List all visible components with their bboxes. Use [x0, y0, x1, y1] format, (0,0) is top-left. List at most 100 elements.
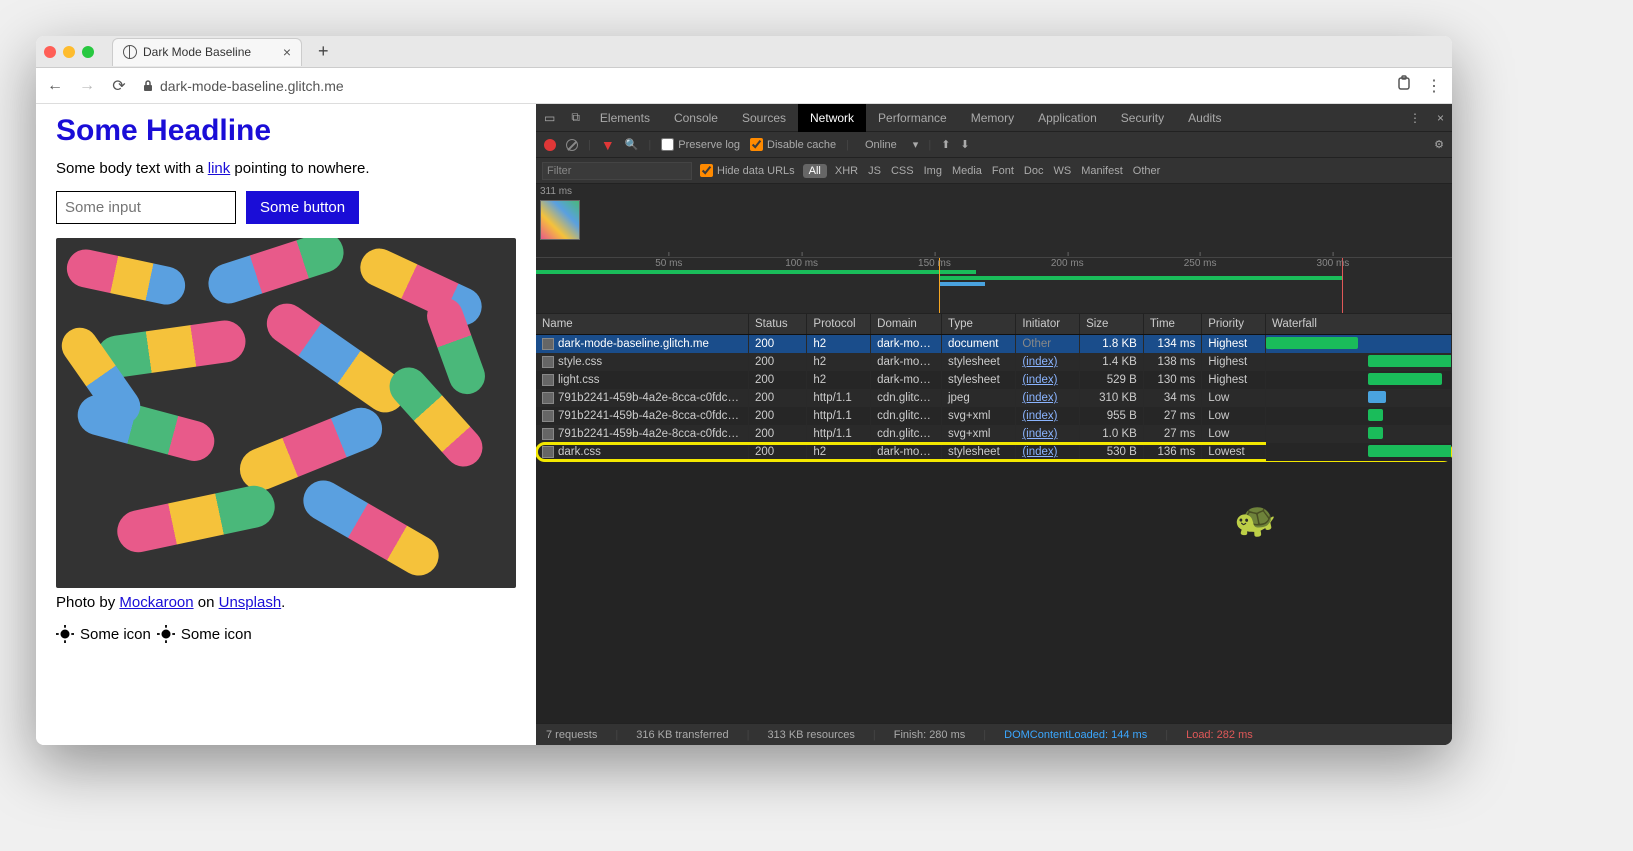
address-bar[interactable]: dark-mode-baseline.glitch.me	[142, 78, 1382, 94]
back-button[interactable]: ←	[46, 77, 64, 95]
url-text: dark-mode-baseline.glitch.me	[160, 78, 344, 94]
network-row[interactable]: 791b2241-459b-4a2e-8cca-c0fdc2…200http/1…	[536, 389, 1452, 407]
network-row[interactable]: 791b2241-459b-4a2e-8cca-c0fdc2…200http/1…	[536, 407, 1452, 425]
timeline-tick: 50 ms	[655, 258, 682, 269]
network-table: NameStatusProtocolDomainTypeInitiatorSiz…	[536, 314, 1452, 723]
column-initiator[interactable]: Initiator	[1016, 314, 1080, 335]
filter-type-img[interactable]: Img	[924, 165, 942, 177]
body-link[interactable]: link	[208, 160, 231, 177]
disable-cache-checkbox[interactable]: Disable cache	[750, 138, 836, 151]
tab-title: Dark Mode Baseline	[143, 45, 251, 59]
filmstrip-thumb	[540, 200, 580, 240]
devtools-tab-application[interactable]: Application	[1026, 104, 1109, 132]
devtools-tab-elements[interactable]: Elements	[588, 104, 662, 132]
column-name[interactable]: Name	[536, 314, 748, 335]
timeline-tick: 150 ms	[918, 258, 951, 269]
close-window-button[interactable]	[44, 46, 56, 58]
network-row[interactable]: dark-mode-baseline.glitch.me200h2dark-mo…	[536, 335, 1452, 354]
column-type[interactable]: Type	[941, 314, 1015, 335]
network-toolbar: | ▼ 🔍 | Preserve log Disable cache | Onl…	[536, 132, 1452, 158]
column-waterfall[interactable]: Waterfall	[1265, 314, 1451, 335]
network-row[interactable]: 791b2241-459b-4a2e-8cca-c0fdc2…200http/1…	[536, 425, 1452, 443]
filter-type-css[interactable]: CSS	[891, 165, 914, 177]
devtools-tabs: ▭ ⧉ ElementsConsoleSourcesNetworkPerform…	[536, 104, 1452, 132]
url-bar: ← → ⟳ dark-mode-baseline.glitch.me ⋮	[36, 68, 1452, 104]
upload-icon[interactable]: ⬆	[941, 138, 950, 151]
image-caption: Photo by Mockaroon on Unsplash.	[56, 594, 516, 611]
preserve-log-checkbox[interactable]: Preserve log	[661, 138, 740, 151]
page-headline: Some Headline	[56, 114, 516, 148]
devtools-tab-performance[interactable]: Performance	[866, 104, 959, 132]
maximize-window-button[interactable]	[82, 46, 94, 58]
filter-type-manifest[interactable]: Manifest	[1081, 165, 1123, 177]
status-requests: 7 requests	[546, 729, 597, 741]
filter-type-xhr[interactable]: XHR	[835, 165, 858, 177]
new-tab-button[interactable]: +	[310, 41, 337, 62]
filter-type-media[interactable]: Media	[952, 165, 982, 177]
chevron-down-icon: ▾	[913, 138, 919, 151]
timeline-tick: 300 ms	[1317, 258, 1350, 269]
devtools-panel: ▭ ⧉ ElementsConsoleSourcesNetworkPerform…	[536, 104, 1452, 745]
filter-type-doc[interactable]: Doc	[1024, 165, 1044, 177]
devtools-tab-network[interactable]: Network	[798, 104, 866, 132]
minimize-window-button[interactable]	[63, 46, 75, 58]
devtools-tab-memory[interactable]: Memory	[959, 104, 1026, 132]
network-row[interactable]: dark.css200h2dark-mo…stylesheet(index)53…	[536, 443, 1452, 461]
devtools-close-button[interactable]: ×	[1429, 111, 1452, 125]
status-resources: 313 KB resources	[767, 729, 854, 741]
devtools-tab-console[interactable]: Console	[662, 104, 730, 132]
extensions-icon[interactable]	[1396, 75, 1412, 96]
devtools-menu-button[interactable]: ⋮	[1401, 111, 1429, 125]
devtools-tab-sources[interactable]: Sources	[730, 104, 798, 132]
column-priority[interactable]: Priority	[1202, 314, 1266, 335]
timeline-tick: 200 ms	[1051, 258, 1084, 269]
clear-button[interactable]	[566, 139, 578, 151]
search-icon[interactable]: 🔍	[625, 138, 639, 151]
titlebar: Dark Mode Baseline × +	[36, 36, 1452, 68]
close-tab-button[interactable]: ×	[283, 44, 291, 60]
status-finish: Finish: 280 ms	[894, 729, 966, 741]
filter-type-font[interactable]: Font	[992, 165, 1014, 177]
column-domain[interactable]: Domain	[871, 314, 942, 335]
network-filters: Filter Hide data URLs All XHR JS CSS Img Med…	[536, 158, 1452, 184]
hide-data-urls-checkbox[interactable]: Hide data URLs	[700, 164, 795, 177]
network-status-bar: 7 requests | 316 KB transferred | 313 KB…	[536, 723, 1452, 745]
timeline-selection-label: 311 ms	[540, 186, 572, 197]
network-row[interactable]: light.css200h2dark-mo…stylesheet(index)5…	[536, 371, 1452, 389]
filter-type-js[interactable]: JS	[868, 165, 881, 177]
filter-icon[interactable]: ▼	[601, 137, 615, 153]
inspect-icon[interactable]: ▭	[536, 111, 563, 125]
device-icon[interactable]: ⧉	[563, 110, 588, 125]
throttling-select[interactable]: Online	[859, 139, 903, 151]
browser-tab[interactable]: Dark Mode Baseline ×	[112, 38, 302, 66]
caption-link-site[interactable]: Unsplash	[219, 594, 282, 611]
filter-type-ws[interactable]: WS	[1053, 165, 1071, 177]
forward-button[interactable]: →	[78, 77, 96, 95]
globe-icon	[123, 45, 137, 59]
download-icon[interactable]: ⬇	[960, 138, 969, 151]
settings-icon[interactable]: ⚙	[1434, 138, 1444, 151]
devtools-tab-security[interactable]: Security	[1109, 104, 1176, 132]
page-content: Some Headline Some body text with a link…	[36, 104, 536, 745]
column-status[interactable]: Status	[748, 314, 806, 335]
column-time[interactable]: Time	[1143, 314, 1201, 335]
column-protocol[interactable]: Protocol	[807, 314, 871, 335]
devtools-tab-audits[interactable]: Audits	[1176, 104, 1233, 132]
column-size[interactable]: Size	[1080, 314, 1144, 335]
network-row[interactable]: style.css200h2dark-mo…stylesheet(index)1…	[536, 353, 1452, 371]
timeline-overview[interactable]: 311 ms 50 ms100 ms150 ms200 ms250 ms300 …	[536, 184, 1452, 314]
filter-input[interactable]: Filter	[542, 162, 692, 180]
status-transferred: 316 KB transferred	[636, 729, 728, 741]
caption-link-author[interactable]: Mockaroon	[119, 594, 193, 611]
menu-button[interactable]: ⋮	[1426, 76, 1442, 96]
browser-window: Dark Mode Baseline × + ← → ⟳ dark-mode-b…	[36, 36, 1452, 745]
some-input[interactable]	[56, 191, 236, 224]
filter-all[interactable]: All	[803, 164, 827, 178]
filter-type-other[interactable]: Other	[1133, 165, 1161, 177]
status-load: Load: 282 ms	[1186, 729, 1253, 741]
some-button[interactable]: Some button	[246, 191, 359, 224]
record-button[interactable]	[544, 139, 556, 151]
reload-button[interactable]: ⟳	[110, 77, 128, 95]
status-domcontentloaded: DOMContentLoaded: 144 ms	[1004, 729, 1147, 741]
traffic-lights	[44, 46, 94, 58]
